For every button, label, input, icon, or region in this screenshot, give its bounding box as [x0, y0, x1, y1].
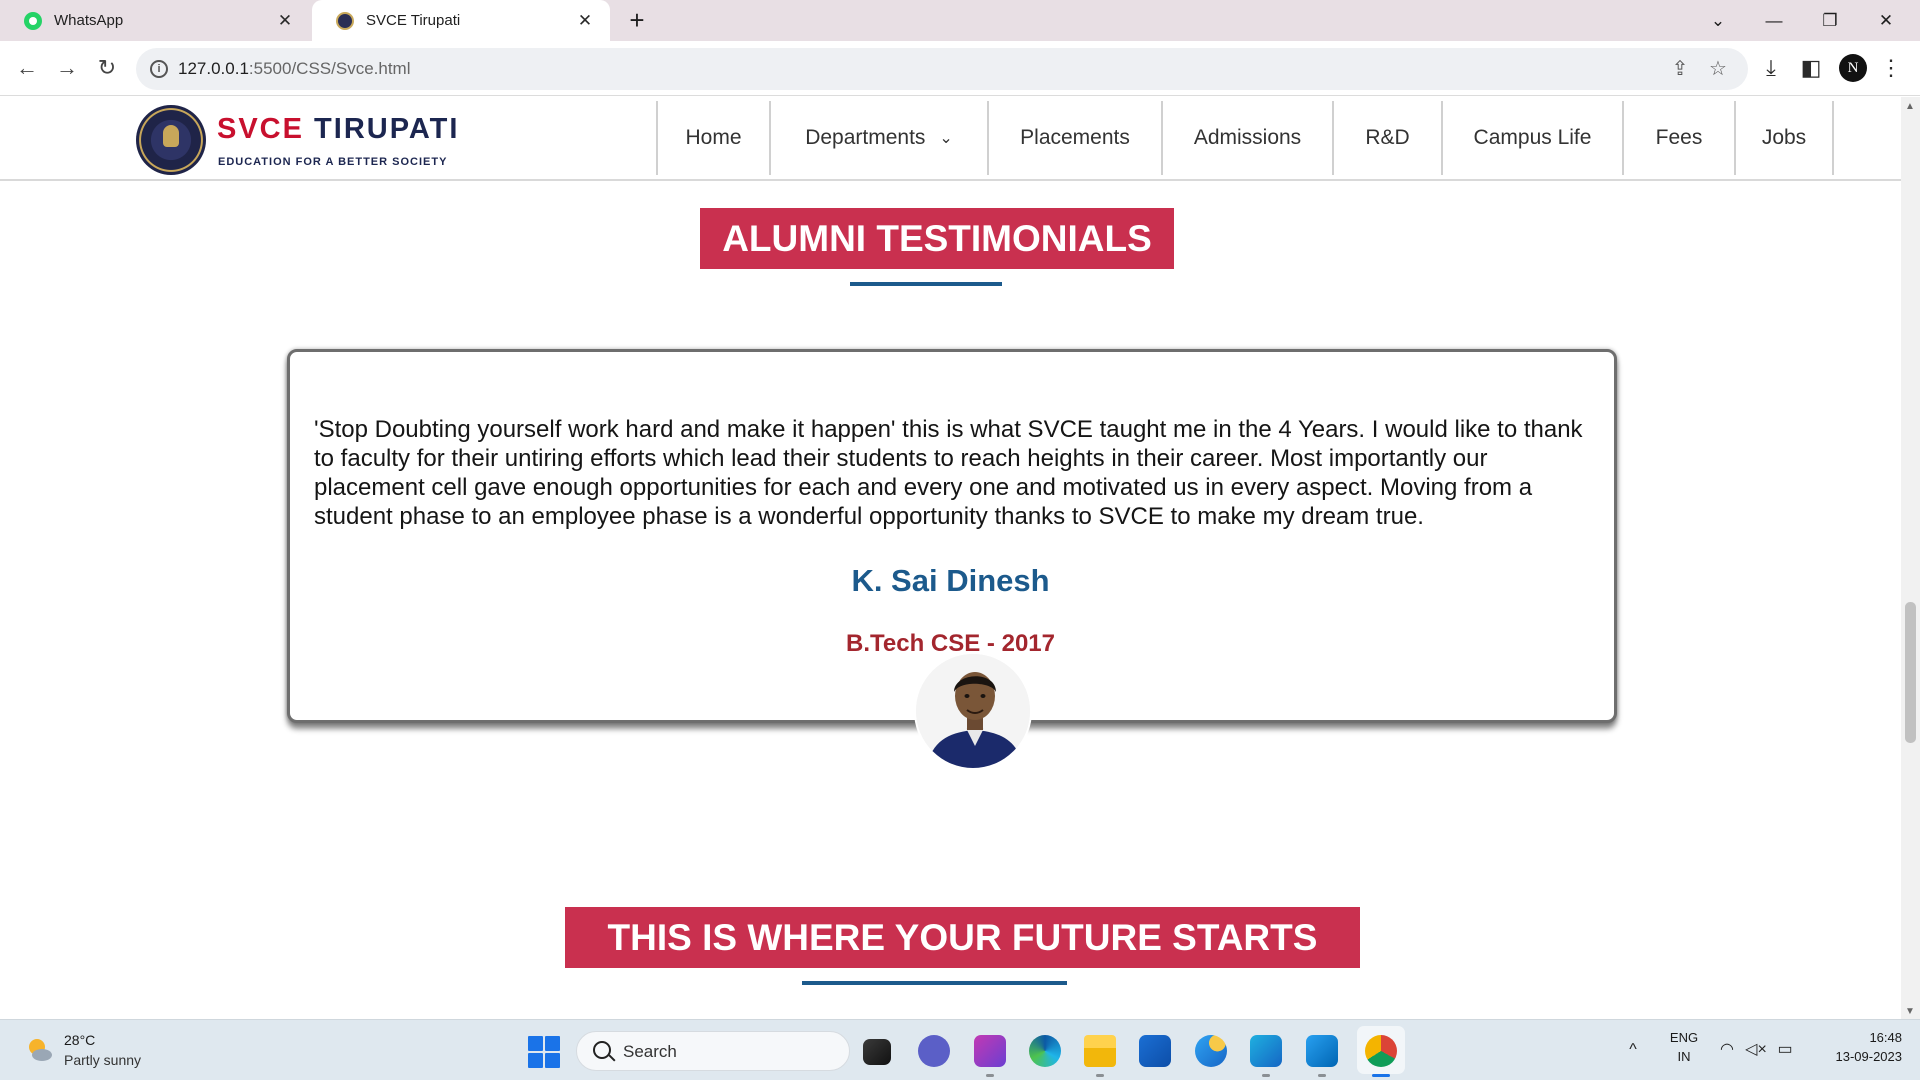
nav-item-departments[interactable]: Departments ⌄	[771, 101, 989, 175]
main-nav: Home Departments ⌄ Placements Admissions …	[656, 101, 1834, 175]
new-tab-button[interactable]: +	[622, 6, 652, 36]
minimize-button[interactable]: —	[1746, 0, 1802, 41]
url-text: 127.0.0.1:5500/CSS/Svce.html	[178, 59, 411, 78]
tips-app-icon[interactable]	[1195, 1035, 1227, 1067]
nav-item-home[interactable]: Home	[658, 101, 771, 175]
nav-item-jobs[interactable]: Jobs	[1736, 101, 1834, 175]
language-region[interactable]: IN	[1666, 1049, 1702, 1064]
browser-toolbar: ← → ↻ i 127.0.0.1:5500/CSS/Svce.html ⇪ ☆…	[0, 41, 1920, 96]
tab-search-chevron-icon[interactable]: ⌄	[1690, 0, 1746, 41]
future-heading: THIS IS WHERE YOUR FUTURE STARTS	[565, 907, 1360, 968]
scroll-up-arrow-icon[interactable]: ▲	[1905, 101, 1915, 112]
task-view-icon[interactable]	[863, 1039, 891, 1065]
alumni-photo	[914, 652, 1032, 770]
alumni-course: B.Tech CSE - 2017	[846, 630, 1055, 657]
tab-title: SVCE Tirupati	[366, 12, 461, 29]
windows-taskbar: 28°C Partly sunny Search ^ ENG IN ◠ ◁× ▭…	[0, 1019, 1920, 1080]
more-menu-icon[interactable]: ⋮	[1876, 53, 1906, 83]
tab-svce-tirupati[interactable]: SVCE Tirupati ✕	[312, 0, 610, 41]
running-indicator	[1318, 1074, 1326, 1077]
scrollbar-thumb[interactable]	[1905, 602, 1916, 743]
chrome-icon[interactable]	[1365, 1035, 1397, 1067]
logo-title[interactable]: SVCE TIRUPATI	[217, 113, 459, 146]
weather-description[interactable]: Partly sunny	[64, 1052, 141, 1068]
chevron-down-icon: ⌄	[939, 130, 953, 147]
teams-chat-icon[interactable]	[918, 1035, 950, 1067]
close-window-button[interactable]: ✕	[1858, 0, 1914, 41]
download-icon[interactable]: ⤓	[1756, 53, 1786, 83]
running-indicator	[986, 1074, 994, 1077]
running-indicator	[1096, 1074, 1104, 1077]
active-app-indicator	[1372, 1074, 1390, 1077]
logo-tagline: EDUCATION FOR A BETTER SOCIETY	[218, 156, 448, 168]
tab-whatsapp[interactable]: WhatsApp ✕	[0, 0, 310, 41]
battery-icon[interactable]: ▭	[1774, 1040, 1796, 1060]
page-scrollbar[interactable]: ▲ ▼	[1901, 97, 1920, 1019]
edge-browser-icon[interactable]	[1029, 1035, 1061, 1067]
weather-temperature[interactable]: 28°C	[64, 1032, 95, 1048]
address-bar[interactable]: i 127.0.0.1:5500/CSS/Svce.html ⇪ ☆	[136, 48, 1748, 90]
taskbar-search[interactable]: Search	[576, 1031, 850, 1071]
wifi-icon[interactable]: ◠	[1716, 1040, 1738, 1060]
file-explorer-icon[interactable]	[1084, 1035, 1116, 1067]
nav-item-admissions[interactable]: Admissions	[1163, 101, 1334, 175]
testimonial-quote: 'Stop Doubting yourself work hard and ma…	[314, 416, 1583, 530]
browser-tab-strip: WhatsApp ✕ SVCE Tirupati ✕ + ⌄ — ❐ ✕	[0, 0, 1920, 41]
nav-item-campus-life[interactable]: Campus Life	[1443, 101, 1624, 175]
profile-avatar[interactable]: N	[1839, 54, 1867, 82]
volume-muted-icon[interactable]: ◁×	[1745, 1040, 1767, 1060]
back-button[interactable]: ←	[10, 51, 44, 85]
svce-favicon-icon	[336, 11, 354, 30]
microsoft-store-icon[interactable]	[1139, 1035, 1171, 1067]
testimonials-heading: ALUMNI TESTIMONIALS	[700, 208, 1174, 269]
language-indicator[interactable]: ENG	[1666, 1030, 1702, 1045]
running-indicator	[1262, 1074, 1270, 1077]
scroll-down-arrow-icon[interactable]: ▼	[1905, 1006, 1915, 1017]
quick-assist-icon[interactable]	[1250, 1035, 1282, 1067]
heading-underline	[802, 981, 1067, 985]
site-header: SVCE TIRUPATI EDUCATION FOR A BETTER SOC…	[0, 97, 1901, 181]
alumni-name: K. Sai Dinesh	[851, 563, 1050, 598]
bookmark-star-icon[interactable]: ☆	[1706, 57, 1730, 81]
site-info-icon[interactable]: i	[150, 60, 168, 78]
college-seal-logo[interactable]	[136, 105, 206, 175]
side-panel-icon[interactable]: ◧	[1796, 53, 1826, 83]
partly-sunny-icon[interactable]	[24, 1034, 54, 1064]
clock-time[interactable]: 16:48	[1812, 1030, 1902, 1045]
page-viewport: SVCE TIRUPATI EDUCATION FOR A BETTER SOC…	[0, 97, 1901, 1019]
close-icon[interactable]: ✕	[576, 11, 594, 30]
share-icon[interactable]: ⇪	[1668, 57, 1692, 81]
heading-underline	[850, 282, 1002, 286]
close-icon[interactable]: ✕	[276, 11, 294, 30]
restore-button[interactable]: ❐	[1802, 0, 1858, 41]
reload-button[interactable]: ↻	[90, 51, 124, 85]
video-editor-app-icon[interactable]	[974, 1035, 1006, 1067]
vscode-icon[interactable]	[1306, 1035, 1338, 1067]
search-placeholder: Search	[623, 1042, 677, 1061]
show-hidden-icons-chevron-icon[interactable]: ^	[1622, 1040, 1644, 1060]
nav-item-placements[interactable]: Placements	[989, 101, 1163, 175]
tab-title: WhatsApp	[54, 12, 124, 29]
clock-date[interactable]: 13-09-2023	[1802, 1049, 1903, 1064]
search-icon	[593, 1041, 611, 1059]
forward-button[interactable]: →	[50, 51, 84, 85]
whatsapp-favicon-icon	[24, 11, 42, 30]
start-button[interactable]	[528, 1036, 560, 1068]
nav-item-rnd[interactable]: R&D	[1334, 101, 1443, 175]
nav-item-fees[interactable]: Fees	[1624, 101, 1736, 175]
